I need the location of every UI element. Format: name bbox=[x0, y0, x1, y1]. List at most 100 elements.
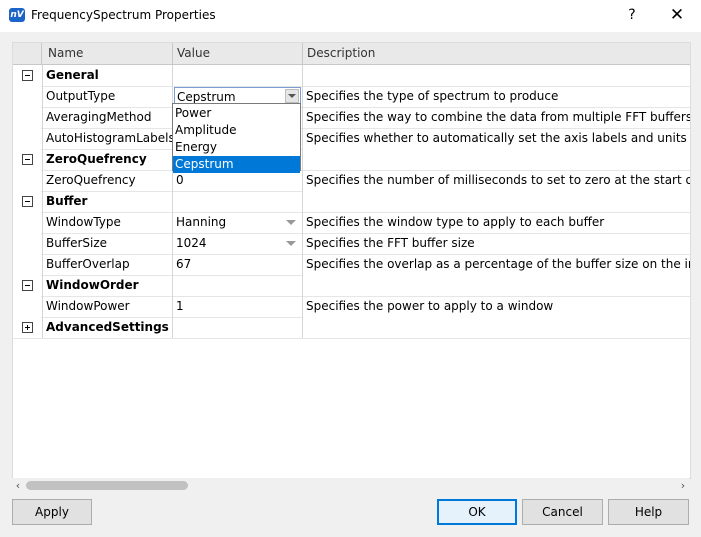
value-cell bbox=[172, 65, 303, 86]
property-value: Hanning bbox=[176, 215, 227, 229]
row-gutter bbox=[13, 65, 41, 86]
collapse-icon[interactable] bbox=[22, 154, 33, 165]
scrollbar-thumb[interactable] bbox=[26, 481, 188, 490]
dropdown-arrow-button[interactable] bbox=[285, 89, 299, 103]
name-cell[interactable]: Buffer bbox=[42, 191, 173, 212]
value-cell[interactable]: 0 bbox=[172, 170, 303, 191]
category-row-general[interactable]: General bbox=[13, 65, 690, 87]
chevron-down-icon[interactable] bbox=[286, 220, 296, 225]
name-cell[interactable]: WindowPower bbox=[42, 296, 173, 317]
chevron-down-icon bbox=[288, 94, 296, 98]
property-description: Specifies the overlap as a percentage of… bbox=[306, 257, 691, 271]
property-value: 67 bbox=[176, 257, 192, 271]
dropdown-option-amplitude[interactable]: Amplitude bbox=[173, 122, 300, 139]
property-name: ZeroQuefrency bbox=[46, 173, 136, 187]
row-gutter bbox=[13, 170, 41, 191]
apply-button[interactable]: Apply bbox=[12, 499, 92, 525]
row-gutter bbox=[13, 128, 41, 149]
description-cell: Specifies the way to combine the data fr… bbox=[302, 107, 691, 128]
property-row-buffer-overlap[interactable]: BufferOverlap 67 Specifies the overlap as … bbox=[13, 254, 690, 276]
row-gutter bbox=[13, 275, 41, 296]
name-cell[interactable]: OutputType bbox=[42, 86, 173, 107]
property-value: 0 bbox=[176, 173, 184, 187]
name-cell[interactable]: AutoHistogramLabels bbox=[42, 128, 175, 149]
value-cell[interactable]: Hanning bbox=[172, 212, 303, 233]
column-header-description[interactable]: Description bbox=[307, 46, 375, 60]
horizontal-scrollbar[interactable]: ‹ › bbox=[12, 478, 689, 493]
property-row-window-type[interactable]: WindowType Hanning Specifies the window ty… bbox=[13, 212, 690, 234]
value-cell bbox=[172, 317, 303, 338]
description-cell: Specifies the window type to apply to ea… bbox=[302, 212, 690, 233]
expand-icon[interactable] bbox=[22, 322, 33, 333]
name-cell[interactable]: BufferOverlap bbox=[42, 254, 173, 275]
name-cell[interactable]: AveragingMethod bbox=[42, 107, 173, 128]
property-name: Buffer bbox=[46, 194, 88, 208]
name-cell[interactable]: ZeroQuefrency bbox=[42, 170, 173, 191]
property-name: BufferOverlap bbox=[46, 257, 130, 271]
option-label: Power bbox=[175, 106, 212, 120]
name-cell[interactable]: ZeroQuefrency bbox=[42, 149, 173, 170]
name-cell[interactable]: General bbox=[42, 65, 173, 86]
chevron-down-icon[interactable] bbox=[286, 241, 296, 246]
property-row-window-power[interactable]: WindowPower 1 Specifies the power to apply… bbox=[13, 296, 690, 318]
row-gutter bbox=[13, 254, 41, 275]
window-title: FrequencySpectrum Properties bbox=[31, 8, 216, 22]
category-row-zero-quefrency[interactable]: ZeroQuefrency bbox=[13, 149, 690, 171]
property-name: General bbox=[46, 68, 99, 82]
scroll-left-icon[interactable]: ‹ bbox=[12, 479, 24, 492]
property-value: 1 bbox=[176, 299, 184, 313]
collapse-icon[interactable] bbox=[22, 70, 33, 81]
property-description: Specifies the number of milliseconds to … bbox=[306, 173, 691, 187]
column-header-name[interactable]: Name bbox=[48, 46, 83, 60]
help-button[interactable]: Help bbox=[608, 499, 689, 525]
description-cell: Specifies the power to apply to a window bbox=[302, 296, 690, 317]
property-description: Specifies whether to automatically set t… bbox=[306, 131, 691, 145]
value-cell[interactable]: 1 bbox=[172, 296, 303, 317]
description-cell bbox=[302, 317, 690, 338]
property-row-output-type[interactable]: OutputType Cepstrum Specifies the type of … bbox=[13, 86, 690, 108]
scroll-right-icon[interactable]: › bbox=[677, 479, 689, 492]
close-icon[interactable]: ✕ bbox=[667, 6, 687, 24]
row-gutter bbox=[13, 86, 41, 107]
output-type-dropdown-list[interactable]: Power Amplitude Energy Cepstrum bbox=[172, 103, 301, 173]
name-cell[interactable]: AdvancedSettings bbox=[42, 317, 173, 338]
name-cell[interactable]: WindowType bbox=[42, 212, 173, 233]
description-cell: Specifies the number of milliseconds to … bbox=[302, 170, 691, 191]
property-name: AveragingMethod bbox=[46, 110, 152, 124]
property-grid[interactable]: Name Value Description General OutputType… bbox=[12, 42, 691, 479]
name-cell[interactable]: BufferSize bbox=[42, 233, 173, 254]
property-name: WindowOrder bbox=[46, 278, 139, 292]
property-row-averaging-method[interactable]: AveragingMethod Specifies the way to comb… bbox=[13, 107, 690, 129]
category-row-window-order[interactable]: WindowOrder bbox=[13, 275, 690, 297]
collapse-icon[interactable] bbox=[22, 280, 33, 291]
category-row-buffer[interactable]: Buffer bbox=[13, 191, 690, 213]
value-cell bbox=[172, 275, 303, 296]
ok-button[interactable]: OK bbox=[437, 499, 517, 525]
property-name: OutputType bbox=[46, 89, 116, 103]
name-cell[interactable]: WindowOrder bbox=[42, 275, 173, 296]
dropdown-option-energy[interactable]: Energy bbox=[173, 139, 300, 156]
property-row-buffer-size[interactable]: BufferSize 1024 Specifies the FFT buffer s… bbox=[13, 233, 690, 255]
description-cell: Specifies whether to automatically set t… bbox=[302, 128, 691, 149]
help-icon[interactable]: ? bbox=[624, 6, 640, 24]
property-value: 1024 bbox=[176, 236, 207, 250]
column-header-value[interactable]: Value bbox=[177, 46, 210, 60]
property-row-auto-histogram-labels[interactable]: AutoHistogramLabels Specifies whether to … bbox=[13, 128, 690, 150]
collapse-icon[interactable] bbox=[22, 196, 33, 207]
property-row-zero-quefrency[interactable]: ZeroQuefrency 0 Specifies the number of mi… bbox=[13, 170, 690, 192]
cancel-button[interactable]: Cancel bbox=[522, 499, 603, 525]
dropdown-option-power[interactable]: Power bbox=[173, 105, 300, 122]
description-cell: Specifies the type of spectrum to produc… bbox=[302, 86, 690, 107]
property-name: WindowPower bbox=[46, 299, 130, 313]
category-row-advanced-settings[interactable]: AdvancedSettings bbox=[13, 317, 690, 339]
property-description: Specifies the way to combine the data fr… bbox=[306, 110, 691, 124]
row-gutter bbox=[13, 233, 41, 254]
app-logo-icon: nV bbox=[9, 8, 25, 22]
dropdown-option-cepstrum[interactable]: Cepstrum bbox=[173, 156, 300, 173]
option-label: Energy bbox=[175, 140, 218, 154]
row-gutter bbox=[13, 296, 41, 317]
row-gutter bbox=[13, 317, 41, 338]
property-name: ZeroQuefrency bbox=[46, 152, 147, 166]
value-cell[interactable]: 1024 bbox=[172, 233, 303, 254]
value-cell[interactable]: 67 bbox=[172, 254, 303, 275]
